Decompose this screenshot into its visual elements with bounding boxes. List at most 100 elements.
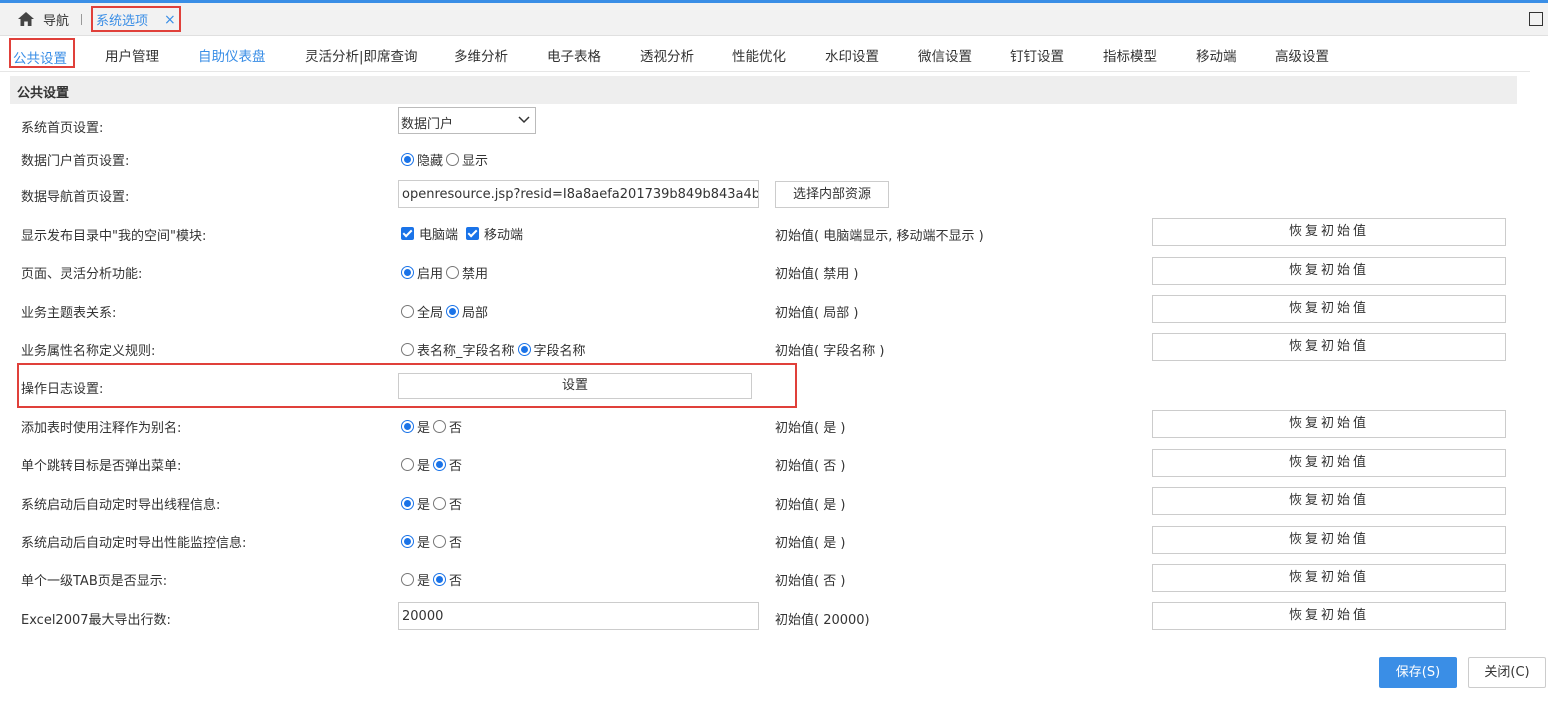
portal-home-radio-show[interactable]: [446, 153, 460, 166]
tab-spreadsheet[interactable]: 电子表格: [547, 45, 601, 65]
tab-watermark[interactable]: 水印设置: [825, 45, 879, 65]
tab-flex-analysis[interactable]: 灵活分析|即席查询: [305, 45, 418, 65]
home-icon[interactable]: [18, 12, 34, 26]
alias-radio-yes[interactable]: [401, 420, 414, 433]
excel-rows-initial-value: 初始值( 20000): [775, 613, 870, 628]
jump-yes-label: 是: [417, 459, 431, 474]
maximize-icon[interactable]: [1529, 12, 1543, 26]
page-flex-label: 页面、灵活分析功能:: [21, 267, 143, 282]
oplog-settings-button[interactable]: 设置: [398, 373, 752, 399]
excel-rows-input-value: 20000: [402, 609, 444, 624]
single-tab-radio-group: 是 否: [398, 570, 462, 589]
excel-rows-label: Excel2007最大导出行数:: [21, 613, 171, 628]
single-tab-label: 单个一级TAB页是否显示:: [21, 574, 168, 589]
tab-self-dashboard[interactable]: 自助仪表盘: [198, 45, 266, 65]
perf-restore-button[interactable]: 恢复初始值: [1152, 526, 1506, 554]
oplog-label: 操作日志设置:: [21, 382, 104, 397]
biz-rel-radio-local[interactable]: [446, 305, 460, 318]
thread-initial-value: 初始值( 是 ): [775, 498, 846, 513]
page-flex-restore-button[interactable]: 恢复初始值: [1152, 257, 1506, 285]
jump-radio-no[interactable]: [433, 458, 447, 471]
biz-rel-restore-button[interactable]: 恢复初始值: [1152, 295, 1506, 323]
single-tab-restore-button[interactable]: 恢复初始值: [1152, 564, 1506, 592]
excel-rows-restore-button[interactable]: 恢复初始值: [1152, 602, 1506, 630]
portal-home-radio-group: 隐藏 显示: [398, 150, 488, 169]
myspace-checkbox-group: 电脑端 移动端: [398, 224, 523, 243]
homepage-select[interactable]: 数据门户: [398, 107, 536, 134]
biz-rel-radio-global[interactable]: [401, 305, 414, 318]
home-nav-label[interactable]: 导航: [43, 10, 69, 29]
tab-mobile[interactable]: 移动端: [1196, 45, 1237, 65]
single-tab-yes-label: 是: [417, 574, 431, 589]
single-tab-radio-yes[interactable]: [401, 573, 414, 586]
thread-yes-label: 是: [417, 498, 431, 513]
portal-home-radio-hide[interactable]: [401, 153, 414, 166]
nav-home-input[interactable]: openresource.jsp?resid=I8a8aefa201739b84…: [398, 180, 759, 208]
single-tab-radio-no[interactable]: [433, 573, 447, 586]
biz-rel-initial-value: 初始值( 局部 ): [775, 306, 859, 321]
biz-rel-radio-group: 全局 局部: [398, 302, 488, 321]
tab-highlight-outline: 公共设置: [9, 38, 75, 68]
portal-home-label: 数据门户首页设置:: [21, 154, 130, 169]
thread-restore-button[interactable]: 恢复初始值: [1152, 487, 1506, 515]
section-header: 公共设置: [10, 76, 1517, 104]
biz-attr-initial-value: 初始值( 字段名称 ): [775, 344, 885, 359]
page-flex-radio-enable[interactable]: [401, 266, 414, 279]
myspace-initial-value: 初始值( 电脑端显示, 移动端不显示 ): [775, 229, 984, 244]
alias-initial-value: 初始值( 是 ): [775, 421, 846, 436]
nav-home-input-value: openresource.jsp?resid=I8a8aefa201739b84…: [402, 187, 759, 202]
tab-system-options-label[interactable]: 系统选项: [96, 10, 148, 29]
title-bar: 导航 系统选项 ×: [0, 3, 1548, 36]
thread-radio-no[interactable]: [433, 497, 447, 510]
biz-attr-restore-button[interactable]: 恢复初始值: [1152, 333, 1506, 361]
alias-label: 添加表时使用注释作为别名:: [21, 421, 182, 436]
biz-attr-radio-group: 表名称_字段名称 字段名称: [398, 340, 586, 359]
tab-advanced[interactable]: 高级设置: [1275, 45, 1329, 65]
portal-home-hide-label: 隐藏: [417, 154, 444, 169]
chevron-down-icon: [518, 116, 530, 124]
jump-restore-button[interactable]: 恢复初始值: [1152, 449, 1506, 477]
tab-wechat[interactable]: 微信设置: [918, 45, 972, 65]
tab-pivot-analysis[interactable]: 透视分析: [640, 45, 694, 65]
thread-radio-group: 是 否: [398, 494, 462, 513]
excel-rows-input[interactable]: 20000: [398, 602, 759, 630]
biz-attr-field-label: 字段名称: [533, 344, 586, 359]
tab-dingtalk[interactable]: 钉钉设置: [1010, 45, 1064, 65]
myspace-pc-label: 电脑端: [419, 228, 459, 243]
jump-radio-yes[interactable]: [401, 458, 414, 471]
myspace-label: 显示发布目录中"我的空间"模块:: [21, 229, 207, 244]
close-icon[interactable]: ×: [164, 11, 176, 29]
biz-attr-radio-field[interactable]: [517, 343, 531, 356]
tab-performance[interactable]: 性能优化: [732, 45, 786, 65]
biz-attr-radio-table-field[interactable]: [401, 343, 414, 356]
save-button[interactable]: 保存(S): [1379, 657, 1457, 688]
perf-yes-label: 是: [417, 536, 431, 551]
close-button[interactable]: 关闭(C): [1468, 657, 1546, 688]
tab-system-options[interactable]: 系统选项 ×: [91, 6, 181, 32]
alias-radio-group: 是 否: [398, 417, 462, 436]
myspace-checkbox-pc[interactable]: [401, 227, 414, 240]
alias-radio-no[interactable]: [433, 420, 447, 433]
tab-public-settings[interactable]: 公共设置: [13, 47, 67, 67]
home-nav[interactable]: 导航: [18, 10, 69, 29]
page-flex-radio-disable[interactable]: [446, 266, 460, 279]
perf-initial-value: 初始值( 是 ): [775, 536, 846, 551]
jump-radio-group: 是 否: [398, 455, 462, 474]
myspace-checkbox-mobile[interactable]: [466, 227, 480, 240]
tab-user-management[interactable]: 用户管理: [105, 45, 159, 65]
select-resource-button[interactable]: 选择内部资源: [775, 181, 889, 208]
homepage-label: 系统首页设置:: [21, 121, 104, 136]
thread-no-label: 否: [449, 498, 463, 513]
perf-radio-no[interactable]: [433, 535, 447, 548]
tab-metric-model[interactable]: 指标模型: [1103, 45, 1157, 65]
alias-restore-button[interactable]: 恢复初始值: [1152, 410, 1506, 438]
perf-no-label: 否: [449, 536, 463, 551]
homepage-select-value: 数据门户: [401, 117, 454, 132]
tab-multidim-analysis[interactable]: 多维分析: [454, 45, 508, 65]
single-tab-no-label: 否: [449, 574, 463, 589]
perf-radio-yes[interactable]: [401, 535, 414, 548]
thread-radio-yes[interactable]: [401, 497, 414, 510]
biz-rel-global-label: 全局: [417, 306, 444, 321]
nav-home-label: 数据导航首页设置:: [21, 190, 130, 205]
myspace-restore-button[interactable]: 恢复初始值: [1152, 218, 1506, 246]
